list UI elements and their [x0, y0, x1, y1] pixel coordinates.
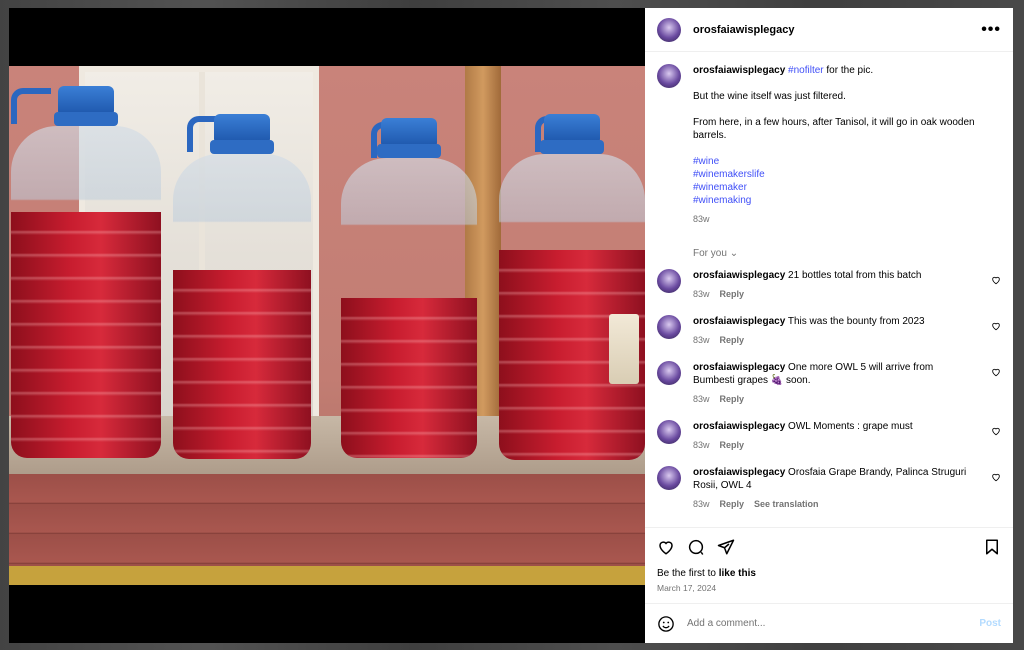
post-photo: [9, 66, 645, 585]
caption-time[interactable]: 83w: [693, 214, 710, 224]
avatar[interactable]: [657, 64, 681, 88]
comment-input[interactable]: [687, 618, 980, 629]
share-icon[interactable]: [717, 538, 735, 556]
likes-prefix: Be the first to: [657, 568, 719, 579]
comment-text: This was the bounty from 2023: [787, 316, 925, 327]
hashtag-list: #wine #winemakerslife #winemaker #winema…: [693, 155, 1001, 207]
avatar[interactable]: [657, 420, 681, 444]
reply-button[interactable]: Reply: [720, 289, 745, 299]
hashtag-link[interactable]: #winemaking: [693, 194, 1001, 207]
comment-username[interactable]: orosfaiawisplegacy: [693, 270, 785, 281]
heart-icon[interactable]: [657, 538, 675, 556]
hashtag-link[interactable]: #winemaker: [693, 181, 1001, 194]
reply-button[interactable]: Reply: [720, 440, 745, 450]
caption-username[interactable]: orosfaiawisplegacy: [693, 65, 785, 76]
bookmark-icon[interactable]: [983, 538, 1001, 556]
heart-icon[interactable]: [991, 321, 1001, 331]
see-translation-button[interactable]: See translation: [754, 499, 819, 509]
post-comment-button[interactable]: Post: [979, 618, 1001, 629]
avatar[interactable]: [657, 315, 681, 339]
heart-icon[interactable]: [991, 472, 1001, 482]
comment-item: orosfaiawisplegacy Orosfaia Grape Brandy…: [657, 466, 1001, 511]
reply-button[interactable]: Reply: [720, 335, 745, 345]
comment-box: Post: [645, 603, 1013, 643]
caption-line2: But the wine itself was just filtered.: [693, 91, 846, 102]
reply-button[interactable]: Reply: [720, 394, 745, 404]
heart-icon[interactable]: [991, 367, 1001, 377]
avatar[interactable]: [657, 466, 681, 490]
heart-icon[interactable]: [991, 275, 1001, 285]
emoji-icon[interactable]: [657, 615, 675, 633]
ledge-bottom: [9, 566, 645, 585]
chevron-down-icon: ⌄: [729, 248, 739, 259]
comments-section[interactable]: orosfaiawisplegacy #nofilter for the pic…: [645, 52, 1013, 527]
wine-bottle: [499, 114, 645, 460]
comment-time[interactable]: 83w: [693, 289, 710, 299]
caption-line1: for the pic.: [823, 65, 874, 76]
post-modal: orosfaiawisplegacy ••• orosfaiawisplegac…: [9, 8, 1013, 643]
comment-icon[interactable]: [687, 538, 705, 556]
reply-button[interactable]: Reply: [720, 499, 745, 509]
comment-username[interactable]: orosfaiawisplegacy: [693, 421, 785, 432]
comment-time[interactable]: 83w: [693, 394, 710, 404]
comment-time[interactable]: 83w: [693, 440, 710, 450]
comment-time[interactable]: 83w: [693, 499, 710, 509]
caption-line3: From here, in a few hours, after Tanisol…: [693, 117, 975, 141]
heart-icon[interactable]: [991, 426, 1001, 436]
post-media[interactable]: [9, 8, 645, 643]
post-actions: Be the first to like this March 17, 2024: [645, 527, 1013, 603]
wine-bottle: [11, 86, 161, 458]
comment-username[interactable]: orosfaiawisplegacy: [693, 467, 785, 478]
header-username[interactable]: orosfaiawisplegacy: [693, 24, 981, 36]
post-header: orosfaiawisplegacy •••: [645, 8, 1013, 52]
wine-bottle: [341, 118, 477, 458]
for-you-dropdown[interactable]: For you ⌄: [693, 248, 1001, 259]
hashtag-link[interactable]: #winemakerslife: [693, 168, 1001, 181]
post-caption: orosfaiawisplegacy #nofilter for the pic…: [657, 64, 1001, 226]
avatar[interactable]: [657, 17, 681, 42]
post-date[interactable]: March 17, 2024: [657, 583, 1001, 593]
caption-hashtag-link[interactable]: #nofilter: [788, 65, 824, 76]
comment-text: 21 bottles total from this batch: [788, 270, 922, 281]
comment-username[interactable]: orosfaiawisplegacy: [693, 362, 785, 373]
avatar[interactable]: [657, 269, 681, 293]
comment-item: orosfaiawisplegacy OWL Moments : grape m…: [657, 420, 1001, 452]
comment-item: orosfaiawisplegacy 21 bottles total from…: [657, 269, 1001, 301]
comment-item: orosfaiawisplegacy One more OWL 5 will a…: [657, 361, 1001, 406]
likes-text: Be the first to like this: [657, 568, 1001, 579]
comment-text: OWL Moments : grape must: [788, 421, 913, 432]
like-this-link[interactable]: like this: [719, 568, 756, 579]
comment-username[interactable]: orosfaiawisplegacy: [693, 316, 785, 327]
hashtag-link[interactable]: #wine: [693, 155, 1001, 168]
comment-time[interactable]: 83w: [693, 335, 710, 345]
avatar[interactable]: [657, 361, 681, 385]
more-horizontal-icon[interactable]: •••: [981, 21, 1001, 39]
comment-item: orosfaiawisplegacy This was the bounty f…: [657, 315, 1001, 347]
for-you-label: For you: [693, 248, 727, 259]
post-side-panel: orosfaiawisplegacy ••• orosfaiawisplegac…: [645, 8, 1013, 643]
wine-bottle: [173, 114, 311, 459]
